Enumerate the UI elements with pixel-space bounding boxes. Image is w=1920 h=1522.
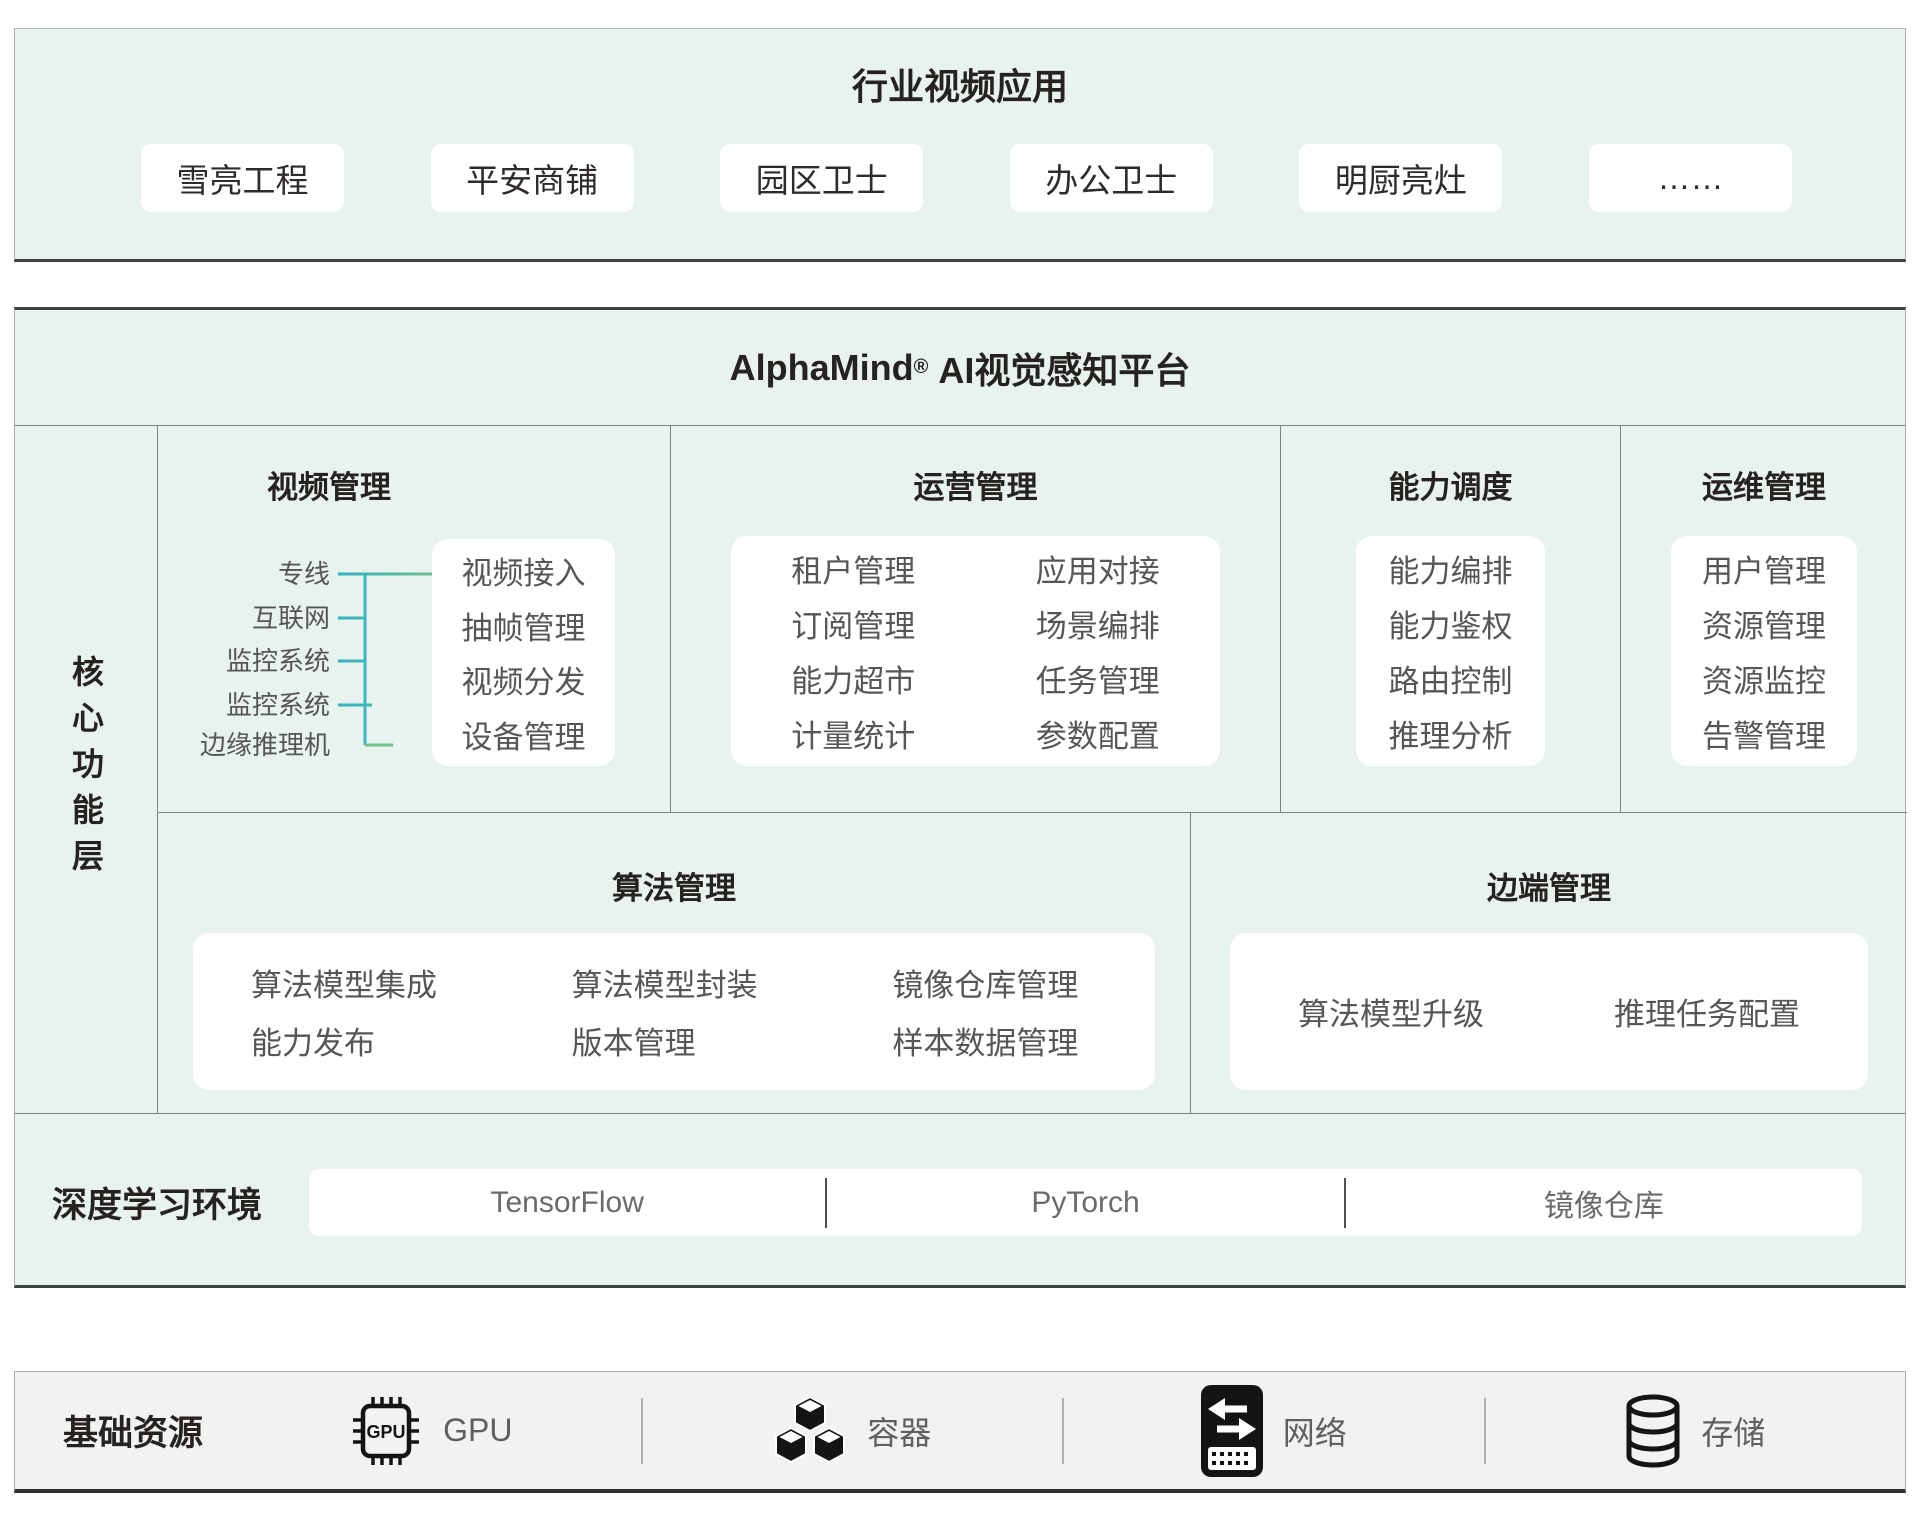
video-feature: 视频分发 <box>462 657 586 702</box>
dl-item-pytorch: PyTorch <box>827 1186 1343 1220</box>
platform-title-rest: AI视觉感知平台 <box>938 342 1190 394</box>
algorithm-item: 镜像仓库管理 <box>892 960 1155 1005</box>
core-function-body: 核心功能层 视频管理 <box>15 426 1905 1113</box>
core-function-layer-label: 核心功能层 <box>63 655 109 885</box>
app-chip-safe-shop: 平安商铺 <box>431 144 634 212</box>
app-chip-office-guard: 办公卫士 <box>1010 144 1213 212</box>
column-operations-management: 运营管理 租户管理 订阅管理 能力超市 计量统计 应用对接 场景编排 任务管理 <box>671 426 1281 812</box>
infra-item-storage: 存储 <box>1486 1394 1906 1468</box>
column-video-management: 视频管理 专线 <box>158 426 671 812</box>
algorithm-management-card: 算法模型集成 能力发布 算法模型封装 版本管理 镜像仓库管理 样本数据管理 <box>193 933 1155 1090</box>
video-source-label: 监控系统 <box>226 645 330 677</box>
infra-label-storage: 存储 <box>1701 1408 1765 1454</box>
capability-item: 能力鉴权 <box>1389 601 1513 646</box>
column-algorithm-management: 算法管理 算法模型集成 能力发布 算法模型封装 版本管理 镜像仓库管理 样本数据 <box>158 813 1191 1113</box>
algorithm-item: 版本管理 <box>572 1018 835 1063</box>
capability-scheduling-title: 能力调度 <box>1281 466 1620 510</box>
app-chip-sharp-eyes: 雪亮工程 <box>141 144 344 212</box>
video-feature: 设备管理 <box>462 712 586 757</box>
operations-item: 订阅管理 <box>791 601 915 646</box>
algorithm-item: 样本数据管理 <box>892 1018 1155 1063</box>
algorithm-col-1: 算法模型集成 能力发布 <box>193 947 514 1076</box>
deep-learning-band: 深度学习环境 TensorFlow PyTorch 镜像仓库 <box>15 1113 1905 1291</box>
column-om-management: 运维管理 用户管理 资源管理 资源监控 告警管理 <box>1621 426 1907 812</box>
column-edge-management: 边端管理 算法模型升级 推理任务配置 <box>1191 813 1907 1113</box>
industry-apps-panel: 行业视频应用 雪亮工程 平安商铺 园区卫士 办公卫士 明厨亮灶 …… <box>14 28 1906 262</box>
app-chip-ellipsis: …… <box>1589 144 1792 212</box>
industry-apps-row: 雪亮工程 平安商铺 园区卫士 办公卫士 明厨亮灶 …… <box>15 144 1905 212</box>
video-source-label: 监控系统 <box>226 689 330 721</box>
infra-label-network: 网络 <box>1283 1408 1347 1454</box>
edge-management-title: 边端管理 <box>1191 867 1907 911</box>
base-resources-label: 基础资源 <box>15 1405 221 1456</box>
industry-apps-title: 行业视频应用 <box>15 29 1905 111</box>
core-function-columns: 视频管理 专线 <box>158 426 1907 1113</box>
core-row-2: 算法管理 算法模型集成 能力发布 算法模型封装 版本管理 镜像仓库管理 样本数据 <box>158 813 1907 1113</box>
om-item: 用户管理 <box>1702 546 1826 591</box>
deep-learning-label: 深度学习环境 <box>52 1177 262 1228</box>
infra-label-gpu: GPU <box>443 1412 512 1449</box>
svg-text:GPU: GPU <box>367 1422 406 1442</box>
platform-panel: AlphaMind® AI视觉感知平台 核心功能层 视频管理 <box>14 307 1906 1288</box>
app-chip-bright-kitchen: 明厨亮灶 <box>1299 144 1502 212</box>
infra-item-gpu: GPU GPU <box>221 1394 641 1468</box>
algorithm-col-3: 镜像仓库管理 样本数据管理 <box>834 947 1155 1076</box>
operations-item: 应用对接 <box>1036 546 1160 591</box>
core-row-1: 视频管理 专线 <box>158 426 1907 813</box>
edge-management-card: 算法模型升级 推理任务配置 <box>1230 933 1868 1090</box>
container-icon <box>773 1397 847 1465</box>
operations-item: 参数配置 <box>1036 711 1160 756</box>
base-resources-panel: 基础资源 GPU GPU <box>14 1371 1906 1493</box>
om-management-title: 运维管理 <box>1621 466 1907 510</box>
algorithm-col-2: 算法模型封装 版本管理 <box>514 947 835 1076</box>
video-management-card: 视频接入 抽帧管理 视频分发 设备管理 <box>432 539 615 766</box>
capability-item: 路由控制 <box>1389 656 1513 701</box>
operations-management-card: 租户管理 订阅管理 能力超市 计量统计 应用对接 场景编排 任务管理 参数配置 <box>731 536 1220 766</box>
algorithm-item: 算法模型封装 <box>572 960 835 1005</box>
om-item: 资源监控 <box>1702 656 1826 701</box>
core-function-layer-rail: 核心功能层 <box>15 426 158 1113</box>
registered-mark: ® <box>914 356 929 379</box>
operations-left-list: 租户管理 订阅管理 能力超市 计量统计 <box>731 536 976 766</box>
operations-item: 场景编排 <box>1036 601 1160 646</box>
operations-item: 能力超市 <box>791 656 915 701</box>
platform-title: AlphaMind® AI视觉感知平台 <box>15 310 1905 426</box>
video-source-label: 互联网 <box>252 602 330 634</box>
algorithm-item: 能力发布 <box>251 1018 514 1063</box>
algorithm-item: 算法模型集成 <box>251 960 514 1005</box>
dl-item-image-repo: 镜像仓库 <box>1346 1181 1862 1225</box>
video-feature: 视频接入 <box>462 548 586 593</box>
om-item: 告警管理 <box>1702 711 1826 756</box>
capability-item: 推理分析 <box>1389 711 1513 756</box>
infra-item-network: 网络 <box>1064 1385 1484 1477</box>
operations-right-list: 应用对接 场景编排 任务管理 参数配置 <box>976 536 1221 766</box>
capability-scheduling-card: 能力编排 能力鉴权 路由控制 推理分析 <box>1356 536 1545 766</box>
video-source-label: 专线 <box>278 558 330 590</box>
column-capability-scheduling: 能力调度 能力编排 能力鉴权 路由控制 推理分析 <box>1281 426 1621 812</box>
operations-management-title: 运营管理 <box>671 466 1280 510</box>
network-switch-icon <box>1201 1385 1263 1477</box>
video-source-label: 边缘推理机 <box>200 729 330 761</box>
app-chip-park-guard: 园区卫士 <box>720 144 923 212</box>
operations-item: 租户管理 <box>791 546 915 591</box>
infra-label-container: 容器 <box>867 1408 931 1454</box>
operations-item: 计量统计 <box>791 711 915 756</box>
infra-item-container: 容器 <box>643 1397 1063 1465</box>
video-feature: 抽帧管理 <box>462 603 586 648</box>
platform-brand: AlphaMind <box>730 347 914 389</box>
edge-item: 算法模型升级 <box>1298 989 1484 1034</box>
operations-item: 任务管理 <box>1036 656 1160 701</box>
base-resources-groups: GPU GPU 容器 <box>221 1372 1905 1489</box>
om-item: 资源管理 <box>1702 601 1826 646</box>
algorithm-management-title: 算法管理 <box>158 867 1190 911</box>
edge-item: 推理任务配置 <box>1614 989 1800 1034</box>
storage-database-icon <box>1625 1394 1681 1468</box>
capability-item: 能力编排 <box>1389 546 1513 591</box>
deep-learning-bar: TensorFlow PyTorch 镜像仓库 <box>309 1169 1862 1236</box>
gpu-chip-icon: GPU <box>349 1394 423 1468</box>
dl-item-tensorflow: TensorFlow <box>309 1186 825 1220</box>
om-management-card: 用户管理 资源管理 资源监控 告警管理 <box>1671 536 1857 766</box>
